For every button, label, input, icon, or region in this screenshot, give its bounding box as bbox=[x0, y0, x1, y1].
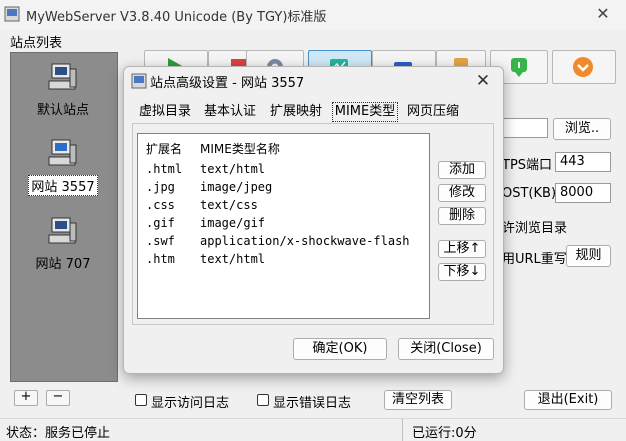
move-up-button[interactable]: 上移↑ bbox=[438, 240, 486, 258]
mime-cell: image/gif bbox=[200, 216, 266, 230]
uptime-text: 已运行:0分 bbox=[412, 426, 477, 441]
mime-cell: application/x-shockwave-flash bbox=[200, 234, 410, 248]
ext-cell: .swf bbox=[146, 234, 175, 248]
window-title: MyWebServer V3.8.40 Unicode (By TGY)标准版 bbox=[26, 10, 327, 25]
status-text: 状态：服务已停止 bbox=[6, 426, 111, 441]
tab-virtual-dir[interactable]: 虚拟目录 bbox=[136, 101, 194, 123]
add-button[interactable]: 添加 bbox=[438, 161, 486, 179]
site-item-default[interactable]: 默认站点 bbox=[11, 61, 115, 118]
column-header-ext[interactable]: 扩展名 bbox=[146, 140, 182, 157]
delete-button[interactable]: 删除 bbox=[438, 207, 486, 225]
post-limit-label: OST(KB) bbox=[502, 186, 557, 201]
tab-compression[interactable]: 网页压缩 bbox=[402, 101, 464, 123]
error-log-label[interactable]: 显示错误日志 bbox=[273, 392, 351, 411]
dialog-close-icon[interactable]: ✕ bbox=[471, 69, 495, 93]
status-bar: 状态：服务已停止 已运行:0分 bbox=[0, 418, 626, 441]
ok-button[interactable]: 确定(OK) bbox=[293, 338, 387, 360]
dialog-title: 站点高级设置 - 网站 3557 bbox=[150, 76, 305, 91]
title-bar: MyWebServer V3.8.40 Unicode (By TGY)标准版 … bbox=[0, 0, 626, 30]
tab-mime-types[interactable]: MIME类型 bbox=[332, 102, 398, 122]
close-button[interactable]: 关闭(Close) bbox=[398, 338, 494, 360]
server-icon bbox=[48, 217, 77, 244]
rules-button[interactable]: 规则 bbox=[566, 245, 611, 267]
site-label: 默认站点 bbox=[36, 103, 89, 118]
https-port-value: 443 bbox=[560, 154, 585, 169]
window-close-button[interactable]: ✕ bbox=[592, 4, 614, 24]
access-log-checkbox[interactable] bbox=[135, 394, 147, 406]
add-site-button[interactable]: + bbox=[14, 390, 38, 406]
table-row[interactable]: .jpg image/jpeg bbox=[138, 180, 428, 198]
ext-cell: .html bbox=[146, 162, 183, 176]
browse-button[interactable]: 浏览.. bbox=[553, 118, 611, 140]
allow-browse-label[interactable]: 许浏览目录 bbox=[502, 217, 567, 236]
ext-cell: .css bbox=[146, 198, 175, 212]
table-row[interactable]: .css text/css bbox=[138, 198, 428, 216]
site-item-3557[interactable]: 网站 3557 bbox=[11, 137, 115, 196]
table-row[interactable]: .swf application/x-shockwave-flash bbox=[138, 234, 428, 252]
remove-site-button[interactable]: − bbox=[46, 390, 70, 406]
https-port-label: TPS端口 bbox=[502, 158, 553, 173]
root-path-field[interactable] bbox=[500, 118, 548, 138]
advanced-settings-dialog: 站点高级设置 - 网站 3557 ✕ 虚拟目录 基本认证 扩展映射 MIME类型… bbox=[123, 66, 504, 374]
dialog-title-bar: 站点高级设置 - 网站 3557 ✕ bbox=[124, 67, 503, 95]
ext-cell: .htm bbox=[146, 252, 175, 266]
mime-cell: text/html bbox=[200, 162, 266, 176]
site-label: 网站 707 bbox=[35, 257, 91, 272]
status-divider bbox=[402, 419, 403, 441]
exit-button[interactable]: 退出(Exit) bbox=[524, 390, 612, 410]
site-list[interactable]: 默认站点 网站 3557 网站 707 bbox=[10, 52, 118, 382]
info-download-icon bbox=[511, 58, 527, 77]
post-limit-field[interactable]: 8000 bbox=[555, 183, 611, 203]
chevron-circle-icon bbox=[573, 57, 593, 77]
ext-cell: .gif bbox=[146, 216, 175, 230]
table-row[interactable]: .htm text/html bbox=[138, 252, 428, 270]
url-rewrite-label[interactable]: 用URL重写 bbox=[502, 248, 567, 267]
error-log-checkbox[interactable] bbox=[257, 394, 269, 406]
https-port-field[interactable]: 443 bbox=[555, 152, 611, 172]
site-label: 网站 3557 bbox=[28, 175, 98, 196]
mime-list[interactable]: 扩展名 MIME类型名称 .html text/html .jpg image/… bbox=[137, 133, 430, 319]
table-row[interactable]: .html text/html bbox=[138, 162, 428, 180]
site-item-707[interactable]: 网站 707 bbox=[11, 215, 115, 272]
edit-button[interactable]: 修改 bbox=[438, 184, 486, 202]
access-log-label[interactable]: 显示访问日志 bbox=[151, 392, 229, 411]
about-button[interactable] bbox=[552, 50, 616, 84]
tab-ext-mapping[interactable]: 扩展映射 bbox=[266, 101, 326, 123]
app-icon bbox=[4, 6, 20, 22]
clear-list-button[interactable]: 清空列表 bbox=[384, 390, 452, 410]
mime-cell: text/html bbox=[200, 252, 266, 266]
post-limit-value: 8000 bbox=[560, 185, 594, 200]
mime-cell: image/jpeg bbox=[200, 180, 273, 194]
server-icon bbox=[48, 63, 77, 90]
table-row[interactable]: .gif image/gif bbox=[138, 216, 428, 234]
mime-cell: text/css bbox=[200, 198, 258, 212]
ext-cell: .jpg bbox=[146, 180, 175, 194]
tab-basic-auth[interactable]: 基本认证 bbox=[200, 101, 260, 123]
dialog-app-icon bbox=[131, 73, 147, 89]
server-icon bbox=[48, 139, 77, 166]
move-down-button[interactable]: 下移↓ bbox=[438, 263, 486, 281]
site-list-label: 站点列表 bbox=[10, 36, 63, 51]
column-header-mime[interactable]: MIME类型名称 bbox=[200, 140, 280, 157]
